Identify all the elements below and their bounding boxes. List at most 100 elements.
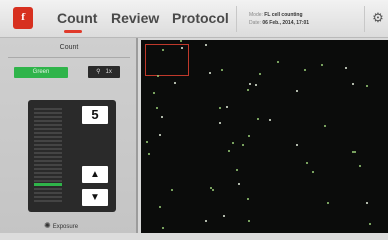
cell-dot [304,69,306,71]
session-info: Mode: FL cell counting Date: 06 Feb., 20… [236,6,364,32]
slider-tick [34,176,62,178]
cell-dot [257,118,259,120]
slider-tick [34,108,62,110]
slider-tick [34,160,62,162]
cell-dot [205,44,207,46]
slider-tick [34,124,62,126]
tab-count[interactable]: Count [57,10,97,26]
gear-icon[interactable]: ⚙ [371,11,385,25]
cell-dot [369,223,371,225]
cell-dot [366,85,368,87]
exposure-value: 5 [82,106,108,124]
cell-dot [226,106,228,108]
slider-tick [34,120,62,122]
zoom-label: 1x [105,69,112,75]
cell-dot [228,150,230,152]
zoom-button[interactable]: ⚲ 1x [88,66,120,78]
divider [364,6,365,32]
cell-dot [296,90,298,92]
bottom-strip [0,233,388,240]
slider-tick [34,148,62,150]
cell-dot [255,84,257,86]
cell-dot [162,49,164,51]
cell-dot [232,142,234,144]
cell-dot [345,67,347,69]
exposure-label-text: Exposure [52,224,79,230]
cell-dot [174,82,176,84]
cell-dot [247,198,249,200]
divider [8,57,130,58]
cell-dot [223,215,225,217]
cell-dot [159,134,161,136]
cell-dot [153,92,155,94]
app-window: f Count Review Protocol Mode: FL cell co… [0,0,388,240]
tab-review[interactable]: Review [111,10,159,26]
slider-tick [34,136,62,138]
cell-dot [352,151,354,153]
slider-tick [34,192,62,194]
cell-dot [359,165,361,167]
date-value: 06 Feb., 2014, 17:01 [262,20,310,26]
slider-tick [34,196,62,198]
top-bar: f Count Review Protocol Mode: FL cell co… [0,0,388,38]
cell-dot [354,151,356,153]
cell-dot [259,73,261,75]
slider-tick [34,164,62,166]
exposure-up-button[interactable]: ▲ [82,166,108,183]
cell-dot [296,144,298,146]
slider-tick [34,128,62,130]
slider-tick [34,200,62,202]
slider-tick [34,168,62,170]
cell-dot [242,144,244,146]
cell-dot [181,47,183,49]
exposure-label: ✺ Exposure [44,221,78,230]
cell-dot [277,61,279,63]
cell-dot [248,220,250,222]
slider-tick [34,180,62,182]
slider-tick [34,112,62,114]
slider-tick [34,140,62,142]
cell-dot [238,183,240,185]
exposure-slider[interactable] [34,108,62,204]
cell-dot [162,227,164,229]
cell-dot [212,189,214,191]
slider-tick [34,152,62,154]
cell-dot [247,89,249,91]
slider-tick [34,172,62,174]
bulb-icon: ✺ [44,221,51,230]
magnifier-icon: ⚲ [96,69,101,75]
cell-dot [306,162,308,164]
cell-dot [219,107,221,109]
mode-value: FL cell counting [264,12,303,18]
cell-dot [205,220,207,222]
cell-dot [236,169,238,171]
cell-dot [352,83,354,85]
cell-dot [159,206,161,208]
cell-dot [148,153,150,155]
tab-protocol[interactable]: Protocol [172,10,229,26]
cell-dot [209,72,211,74]
slider-tick [34,188,62,190]
mode-key: Mode: [249,12,263,18]
channel-green-button[interactable]: Green [14,67,68,78]
cell-dot [366,202,368,204]
panel-title: Count [59,44,79,51]
active-tab-indicator [64,30,82,33]
slider-level [34,182,62,186]
cell-dot [171,189,173,191]
slider-tick [34,144,62,146]
cell-dot [157,75,159,77]
cell-dot [219,122,221,124]
cell-dot [248,135,250,137]
exposure-down-button[interactable]: ▼ [82,189,108,206]
app-logo: f [13,7,33,29]
count-panel: Count Green ⚲ 1x 5 ▲ ▼ ✺ Exposure [0,38,138,240]
fluorescence-image-view[interactable] [141,40,388,233]
cell-dot [321,64,323,66]
slider-tick [34,132,62,134]
slider-tick [34,116,62,118]
exposure-control: 5 ▲ ▼ [28,100,116,212]
cell-dot [324,125,326,127]
cell-dot [221,69,223,71]
cell-dot [249,83,251,85]
